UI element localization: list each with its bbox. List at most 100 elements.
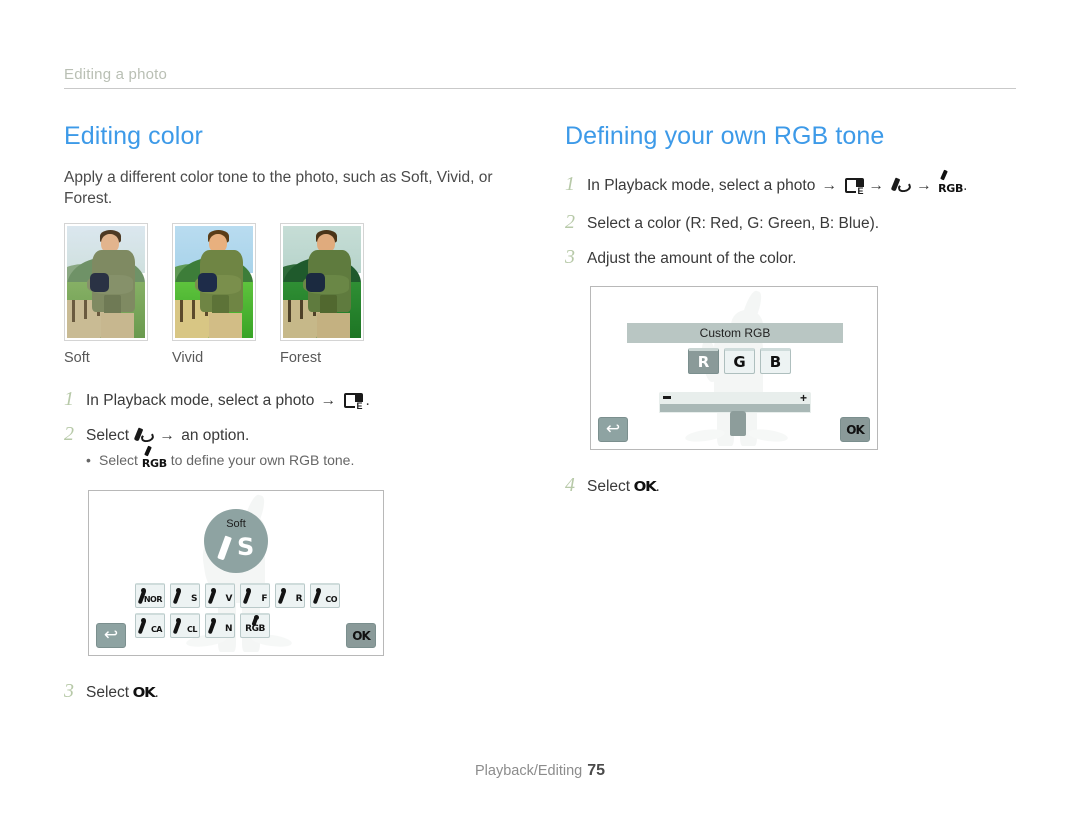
page-number: 75: [587, 762, 605, 779]
left-section-title: Editing color: [64, 122, 203, 150]
arrow-icon: →: [817, 177, 838, 194]
footer-section-label: Playback/Editing: [475, 763, 583, 779]
step-text-before: Select: [86, 427, 130, 444]
effect-option-cl[interactable]: CL: [170, 613, 200, 638]
plus-icon: +: [799, 391, 807, 405]
arrow-icon: →: [316, 392, 337, 409]
amount-slider[interactable]: +: [659, 392, 811, 436]
photo-legs: [209, 313, 243, 338]
ok-button[interactable]: OK: [840, 417, 870, 442]
step-1: 1 In Playback mode, select a photo → → →…: [565, 173, 1035, 200]
step-4: 4 Select OK.: [565, 474, 1035, 499]
thumbnail-image-forest: [280, 223, 364, 341]
rgb-tab-b[interactable]: B: [760, 348, 791, 374]
arrow-icon: →: [159, 427, 175, 444]
effect-option-s[interactable]: S: [170, 583, 200, 608]
step-number: 3: [64, 680, 74, 702]
step-1: 1 In Playback mode, select a photo → .: [64, 388, 534, 412]
step-text: In Playback mode, select a photo → .: [86, 390, 534, 412]
effect-option-label: S: [191, 594, 197, 604]
step-text: Select → an option.: [86, 425, 534, 447]
rgb-icon: RGB: [938, 178, 963, 200]
step-text-before: In Playback mode, select a photo: [86, 392, 315, 409]
thumbnail-image-soft: [64, 223, 148, 341]
photo-camera: [90, 273, 110, 293]
photo-post: [179, 299, 183, 323]
effect-option-f[interactable]: F: [240, 583, 270, 608]
back-button[interactable]: ↩: [598, 417, 628, 442]
step-text-after: .: [365, 392, 370, 409]
photo-legs: [101, 313, 135, 338]
step-2-group: 2 Select → an option. • Select RGB to de…: [64, 423, 534, 474]
rgb-tab-r[interactable]: R: [688, 348, 719, 374]
right-column: Defining your own RGB tone 1 In Playback…: [565, 122, 1035, 510]
step-number: 1: [64, 388, 74, 410]
left-column: Editing color Apply a different color to…: [64, 122, 534, 716]
brush-icon: [134, 427, 155, 443]
running-header: Editing a photo: [64, 66, 1016, 89]
photo-legs: [317, 313, 351, 338]
step-3: 3 Select OK.: [64, 680, 534, 705]
effect-option-r[interactable]: R: [275, 583, 305, 608]
effect-option-v[interactable]: V: [205, 583, 235, 608]
photo-camera: [306, 273, 326, 293]
sample-soft: Soft: [64, 223, 148, 366]
step-3: 3 Adjust the amount of the color.: [565, 246, 1035, 270]
step-number: 2: [565, 211, 575, 233]
effect-option-rgb[interactable]: RGB: [240, 613, 270, 638]
effect-options-row-1: NOR S V F R CO: [135, 583, 345, 608]
minus-icon: [663, 396, 671, 399]
step-text-after: .: [963, 177, 968, 194]
left-steps-list: 1 In Playback mode, select a photo → . 2…: [64, 388, 534, 705]
slider-knob[interactable]: [730, 411, 746, 436]
photo-post: [192, 299, 196, 319]
effect-options-grid: NOR S V F R CO CA CL N RGB: [135, 583, 345, 643]
substep-text: Select RGB to define your own RGB tone.: [99, 450, 354, 474]
effect-option-ca[interactable]: CA: [135, 613, 165, 638]
ok-button[interactable]: OK: [346, 623, 376, 648]
thumbnail-image-vivid: [172, 223, 256, 341]
photo-post: [300, 299, 304, 319]
camera-screen-custom-rgb[interactable]: Custom RGB R G B + ↩ OK: [590, 286, 878, 450]
step-text-before: In Playback mode, select a photo: [587, 177, 816, 194]
rgb-icon: RGB: [142, 454, 167, 474]
photo-post: [84, 299, 88, 319]
step-number: 2: [64, 423, 74, 445]
effect-option-label: CO: [325, 595, 337, 604]
custom-rgb-title: Custom RGB: [627, 323, 843, 343]
effect-option-nor[interactable]: NOR: [135, 583, 165, 608]
edit-icon: [845, 178, 865, 196]
step-text: Select OK.: [86, 682, 534, 705]
camera-screen-color-options[interactable]: Soft S NOR S V F R CO CA CL N RGB ↩ OK: [88, 490, 384, 656]
rgb-tab-g[interactable]: G: [724, 348, 755, 374]
manual-page: Editing a photo Editing color Apply a di…: [0, 0, 1080, 815]
substep-text-before: Select: [99, 452, 138, 468]
thumbnail-caption: Forest: [280, 350, 322, 366]
arrow-icon: →: [868, 177, 884, 194]
brush-icon: [891, 177, 912, 193]
left-intro-text: Apply a different color tone to the phot…: [64, 169, 493, 207]
photo-post: [71, 299, 75, 323]
header-divider: [64, 88, 1016, 89]
effect-option-label: V: [225, 594, 233, 604]
selected-effect-badge: Soft S: [204, 509, 268, 573]
substep-bullet-item: • Select RGB to define your own RGB tone…: [86, 450, 534, 474]
effect-option-label: NOR: [143, 595, 163, 604]
ok-icon: OK: [132, 686, 156, 701]
selected-effect-label: Soft: [226, 518, 246, 530]
thumbnail-caption: Vivid: [172, 350, 204, 366]
effect-option-n[interactable]: N: [205, 613, 235, 638]
right-section-title: Defining your own RGB tone: [565, 122, 885, 150]
running-header-label: Editing a photo: [64, 66, 168, 83]
effect-option-label: N: [224, 624, 233, 634]
substep-text-after: to define your own RGB tone.: [170, 452, 355, 468]
back-button[interactable]: ↩: [96, 623, 126, 648]
step-number: 1: [565, 173, 575, 195]
slider-scale: +: [659, 392, 811, 404]
photo-camera: [198, 273, 218, 293]
thumbnail-caption: Soft: [64, 350, 90, 366]
step-number: 3: [565, 246, 575, 268]
effect-option-co[interactable]: CO: [310, 583, 340, 608]
bullet-icon: •: [86, 452, 91, 468]
selected-effect-letter: S: [237, 533, 255, 561]
